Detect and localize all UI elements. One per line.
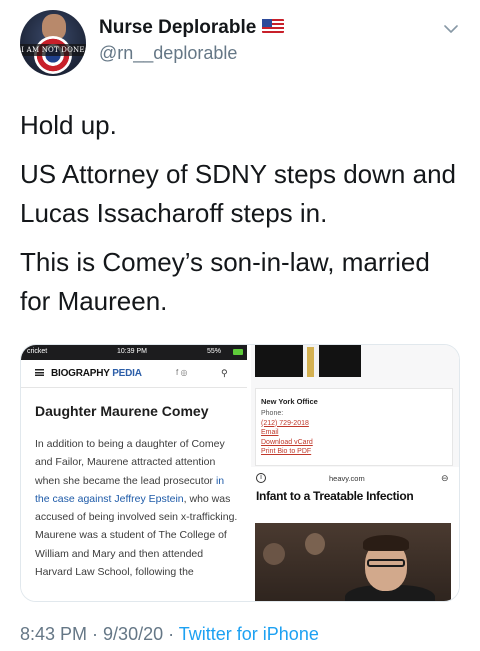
site-nav: BIOGRAPHY PEDIA f ◎ ⚲: [21, 360, 247, 388]
article-heading: Daughter Maurene Comey: [35, 403, 209, 419]
author-handle[interactable]: @rn__deplorable: [99, 43, 237, 64]
phone-number: (212) 729-2018: [261, 419, 309, 427]
media-image-biography[interactable]: cricket 10:39 PM 55% BIOGRAPHY PEDIA f ◎…: [21, 345, 247, 601]
event-photo: [255, 523, 451, 601]
search-icon: ⚲: [221, 368, 228, 378]
status-carrier: cricket: [27, 348, 48, 355]
avatar[interactable]: I AM NOT DONE: [20, 10, 86, 76]
email-link: Email: [261, 429, 279, 436]
office-card: New York Office Phone: (212) 729-2018 Em…: [255, 388, 453, 466]
tweet-media[interactable]: cricket 10:39 PM 55% BIOGRAPHY PEDIA f ◎…: [20, 344, 460, 602]
tweet-date[interactable]: 9/30/20: [103, 624, 163, 644]
menu-icon: [35, 369, 44, 376]
chevron-down-icon[interactable]: [444, 22, 458, 36]
print-link: Print Bio to PDF: [261, 448, 312, 455]
link-icon: ⊖: [441, 473, 449, 483]
status-time: 10:39 PM: [117, 348, 147, 355]
phone-label: Phone:: [261, 410, 284, 417]
info-icon: i: [256, 473, 266, 483]
tweet-paragraph: Hold up.: [20, 110, 117, 140]
status-battery: 55%: [207, 348, 222, 355]
browser-bar: i heavy.com ⊖: [251, 469, 459, 487]
office-title: New York Office: [261, 397, 318, 406]
social-icons: f ◎: [176, 368, 188, 377]
suit-photo: [255, 345, 361, 377]
phone-status-bar: cricket 10:39 PM 55%: [21, 345, 247, 360]
author-name[interactable]: Nurse Deplorable: [99, 17, 285, 39]
site-host: heavy.com: [329, 474, 365, 483]
article-body: In addition to being a daughter of Comey…: [35, 438, 238, 579]
tweet-source[interactable]: Twitter for iPhone: [179, 624, 319, 644]
tweet-meta: 8:43 PM · 9/30/20 · Twitter for iPhone: [20, 624, 319, 644]
avatar-text: I AM NOT DONE: [20, 44, 86, 56]
tweet-paragraph: US Attorney of SDNY steps down and Lucas…: [20, 159, 456, 228]
tweet-paragraph: This is Comey’s son-in-law, married for …: [20, 247, 430, 316]
media-image-office[interactable]: New York Office Phone: (212) 729-2018 Em…: [251, 345, 459, 467]
site-logo: BIOGRAPHY PEDIA: [51, 368, 142, 379]
tweet-time[interactable]: 8:43 PM: [20, 624, 87, 644]
battery-icon: [233, 349, 243, 355]
author-name-label: Nurse Deplorable: [99, 17, 257, 38]
us-flag-icon: [262, 18, 285, 33]
media-image-heavy[interactable]: i heavy.com ⊖ Infant to a Treatable Infe…: [251, 469, 459, 601]
tweet-text: Hold up. US Attorney of SDNY steps down …: [20, 106, 466, 331]
article-headline: Infant to a Treatable Infection: [256, 489, 414, 503]
vcard-link: Download vCard: [261, 438, 313, 446]
